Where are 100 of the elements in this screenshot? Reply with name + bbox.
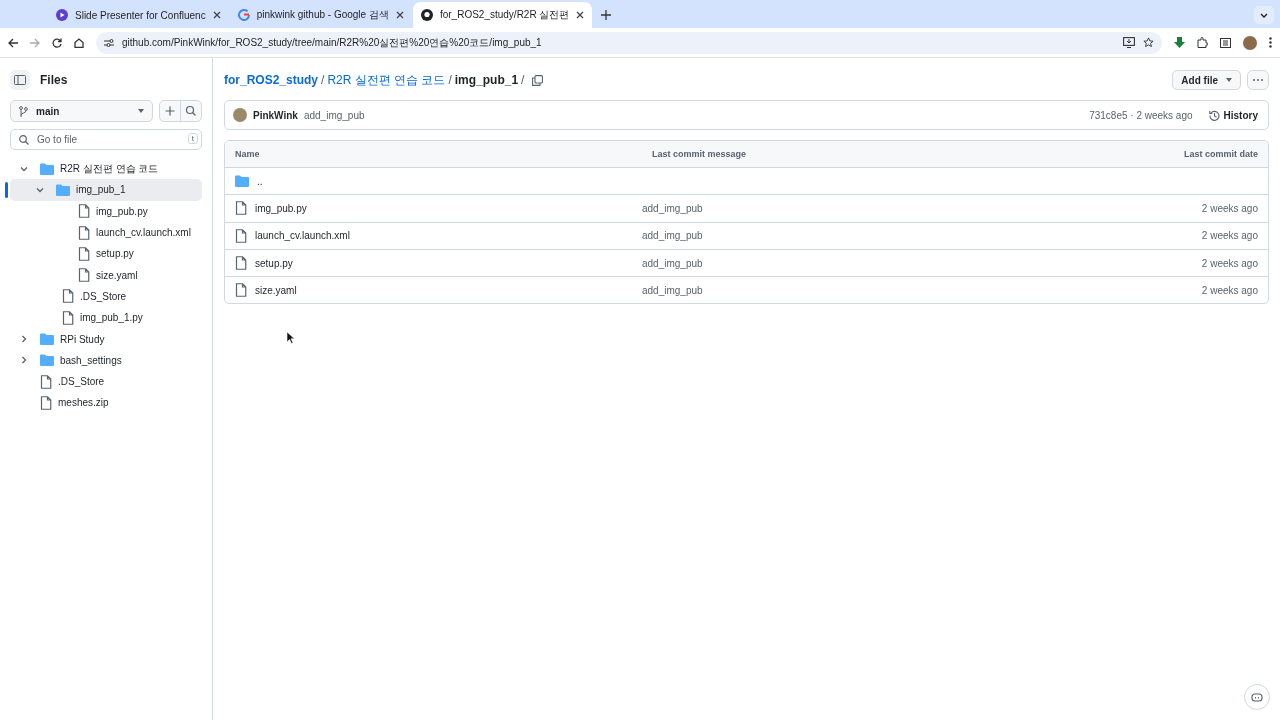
- browser-tab[interactable]: pinkwink github - Google 검색: [229, 2, 412, 28]
- file-icon: [40, 374, 52, 389]
- browser-tab[interactable]: for_ROS2_study/R2R 실전편: [412, 2, 593, 28]
- address-bar[interactable]: github.com/PinkWink/for_ROS2_study/tree/main/R2R%20실전편%20연습%20코드/img_pub_1: [96, 31, 1162, 54]
- file-icon: [78, 225, 90, 240]
- home-icon[interactable]: [74, 37, 84, 48]
- history-icon: [1208, 109, 1220, 121]
- tree-item-label: setup.py: [96, 248, 134, 260]
- tree-item-label: .DS_Store: [58, 376, 105, 388]
- tree-item-label: img_pub_1: [76, 184, 126, 196]
- browser-tab[interactable]: Slide Presenter for Confluenc: [48, 2, 229, 28]
- tree-item-label: meshes.zip: [58, 397, 109, 409]
- commit-message[interactable]: add_img_pub: [642, 230, 1202, 242]
- commit-message[interactable]: add_img_pub: [642, 284, 1202, 296]
- close-icon[interactable]: [212, 11, 221, 19]
- path-separator: /: [521, 73, 525, 87]
- file-link[interactable]: img_pub.py: [235, 201, 642, 216]
- more-menu-icon[interactable]: [1269, 37, 1272, 48]
- tree-item[interactable]: img_pub_1.py: [10, 307, 202, 329]
- tree-item-label: img_pub.py: [96, 205, 148, 217]
- mouse-pointer-icon: [287, 332, 295, 344]
- tree-item[interactable]: R2R 실전편 연습 코드: [10, 158, 202, 180]
- star-icon[interactable]: [1143, 37, 1154, 48]
- add-file-button[interactable]: Add file: [1172, 70, 1241, 90]
- breadcrumb-link[interactable]: R2R 실전편 연습 코드: [327, 71, 446, 89]
- sidebar-collapse-icon[interactable]: [10, 70, 30, 90]
- tab-favicon-icon: [420, 9, 433, 21]
- tab-list-chevron-icon[interactable]: [1254, 6, 1274, 24]
- commit-hash-time[interactable]: 731c8e5 · 2 weeks ago: [1089, 109, 1193, 121]
- file-icon: [235, 283, 247, 298]
- commit-author[interactable]: PinkWink: [253, 109, 298, 121]
- column-header: Name: [235, 149, 261, 159]
- tree-item-label: bash_settings: [60, 354, 122, 366]
- tree-item[interactable]: .DS_Store: [10, 285, 202, 308]
- folder-icon: [40, 162, 54, 175]
- commit-message[interactable]: add_img_pub: [303, 109, 1084, 121]
- tree-item[interactable]: RPi Study: [10, 328, 202, 350]
- file-icon: [62, 289, 74, 304]
- tree-item-label: R2R 실전편 연습 코드: [60, 161, 159, 176]
- file-link[interactable]: launch_cv.launch.xml: [235, 228, 642, 243]
- repo-link[interactable]: for_ROS2_study: [224, 73, 319, 87]
- install-icon[interactable]: [1123, 37, 1135, 48]
- profile-avatar[interactable]: [1243, 35, 1257, 50]
- tree-item-label: RPi Study: [60, 333, 105, 345]
- tree-item-label: .DS_Store: [80, 290, 127, 302]
- file-icon: [78, 246, 90, 261]
- tree-item[interactable]: .DS_Store: [10, 370, 202, 393]
- reading-list-icon[interactable]: [1220, 37, 1231, 48]
- puzzle-piece-icon[interactable]: [1197, 37, 1208, 48]
- caret-icon: [138, 109, 144, 113]
- close-icon[interactable]: [395, 11, 404, 19]
- caret-icon: [1226, 78, 1232, 82]
- tab-favicon-icon: [237, 9, 250, 21]
- file-icon: [78, 204, 90, 219]
- branch-icon: [19, 105, 28, 117]
- commit-date: 2 weeks ago: [1201, 230, 1258, 242]
- path-separator: /: [448, 73, 452, 87]
- download-icon[interactable]: [1174, 36, 1185, 49]
- close-icon[interactable]: [576, 11, 585, 19]
- tree-item[interactable]: launch_cv.launch.xml: [10, 221, 202, 244]
- more-options-icon[interactable]: [1247, 70, 1269, 90]
- tree-item[interactable]: img_pub.py: [10, 200, 202, 222]
- chevron-icon[interactable]: [20, 335, 28, 343]
- folder-icon: [56, 183, 70, 196]
- tree-item[interactable]: setup.py: [10, 243, 202, 265]
- file-icon: [40, 395, 52, 410]
- commit-message[interactable]: add_img_pub: [642, 202, 1202, 214]
- copy-icon[interactable]: [532, 74, 544, 86]
- chevron-icon[interactable]: [20, 356, 28, 365]
- tree-item[interactable]: size.yaml: [10, 264, 202, 286]
- folder-icon: [235, 175, 249, 188]
- commit-message[interactable]: add_img_pub: [642, 257, 1202, 269]
- parent-directory-link[interactable]: ..: [235, 175, 263, 188]
- tree-item[interactable]: meshes.zip: [10, 392, 202, 414]
- chevron-icon[interactable]: [20, 164, 28, 173]
- copilot-button[interactable]: [1244, 684, 1270, 710]
- folder-icon: [40, 354, 54, 367]
- site-settings-icon[interactable]: [104, 37, 114, 48]
- tree-item-label: img_pub_1.py: [80, 312, 143, 324]
- tree-item-label: size.yaml: [96, 269, 138, 281]
- tree-item[interactable]: bash_settings: [10, 349, 202, 371]
- path-separator: /: [321, 73, 325, 87]
- back-arrow-icon[interactable]: [8, 37, 18, 48]
- history-link[interactable]: History: [1208, 109, 1258, 121]
- copilot-icon: [1251, 692, 1263, 702]
- tree-item-label: launch_cv.launch.xml: [96, 227, 191, 239]
- file-icon: [62, 310, 74, 325]
- column-header: Last commit date: [1183, 149, 1258, 159]
- chevron-icon[interactable]: [36, 185, 44, 194]
- file-link[interactable]: setup.py: [235, 256, 642, 271]
- reload-icon[interactable]: [52, 37, 62, 48]
- file-icon: [235, 228, 247, 243]
- file-icon: [78, 268, 90, 283]
- new-tab-icon[interactable]: [601, 10, 612, 20]
- file-link[interactable]: size.yaml: [235, 283, 642, 298]
- folder-icon: [40, 333, 54, 345]
- tab-favicon-icon: [56, 9, 68, 21]
- column-header: Last commit message: [652, 149, 748, 159]
- commit-date: 2 weeks ago: [1201, 257, 1258, 269]
- branch-selector[interactable]: main: [10, 100, 153, 122]
